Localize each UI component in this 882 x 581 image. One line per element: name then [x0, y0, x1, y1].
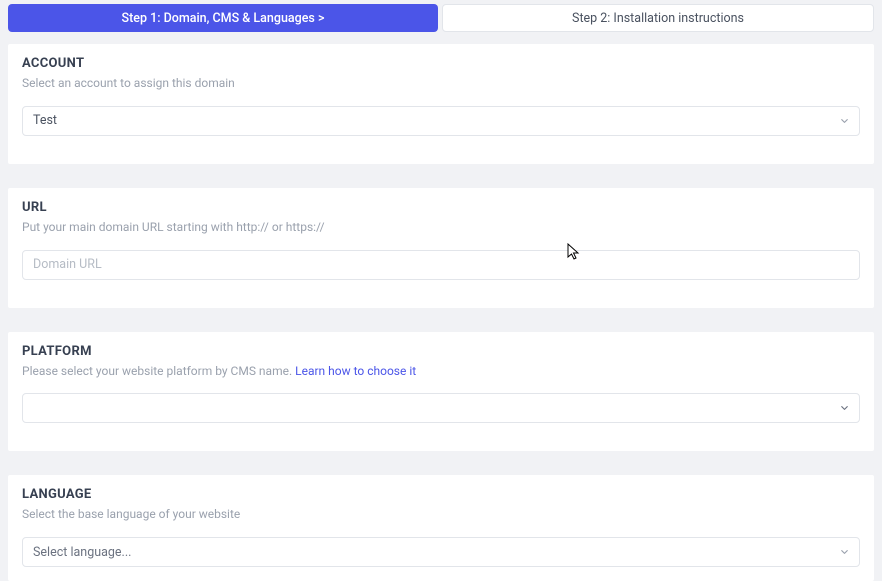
language-select[interactable]: Select language...	[22, 537, 860, 567]
account-select[interactable]: Test	[22, 106, 860, 136]
platform-learn-link[interactable]: Learn how to choose it	[295, 364, 416, 378]
tab-step1[interactable]: Step 1: Domain, CMS & Languages >	[8, 4, 438, 32]
tab-step2[interactable]: Step 2: Installation instructions	[442, 4, 874, 32]
account-desc: Select an account to assign this domain	[22, 75, 860, 92]
platform-title: PLATFORM	[22, 344, 860, 359]
tab-step1-label: Step 1: Domain, CMS & Languages >	[122, 11, 325, 26]
platform-desc: Please select your website platform by C…	[22, 363, 860, 380]
step-tabs: Step 1: Domain, CMS & Languages > Step 2…	[0, 0, 882, 32]
url-title: URL	[22, 200, 860, 215]
url-input[interactable]	[22, 250, 860, 280]
account-select-value: Test	[33, 113, 57, 128]
platform-desc-text: Please select your website platform by C…	[22, 364, 295, 378]
language-select-value: Select language...	[33, 545, 131, 560]
platform-select[interactable]	[22, 393, 860, 423]
account-title: ACCOUNT	[22, 56, 860, 71]
tab-step2-label: Step 2: Installation instructions	[572, 11, 744, 26]
language-title: LANGUAGE	[22, 487, 860, 502]
url-desc: Put your main domain URL starting with h…	[22, 219, 860, 236]
language-section: LANGUAGE Select the base language of you…	[8, 475, 874, 581]
url-section: URL Put your main domain URL starting wi…	[8, 188, 874, 308]
account-section: ACCOUNT Select an account to assign this…	[8, 44, 874, 164]
platform-section: PLATFORM Please select your website plat…	[8, 332, 874, 452]
